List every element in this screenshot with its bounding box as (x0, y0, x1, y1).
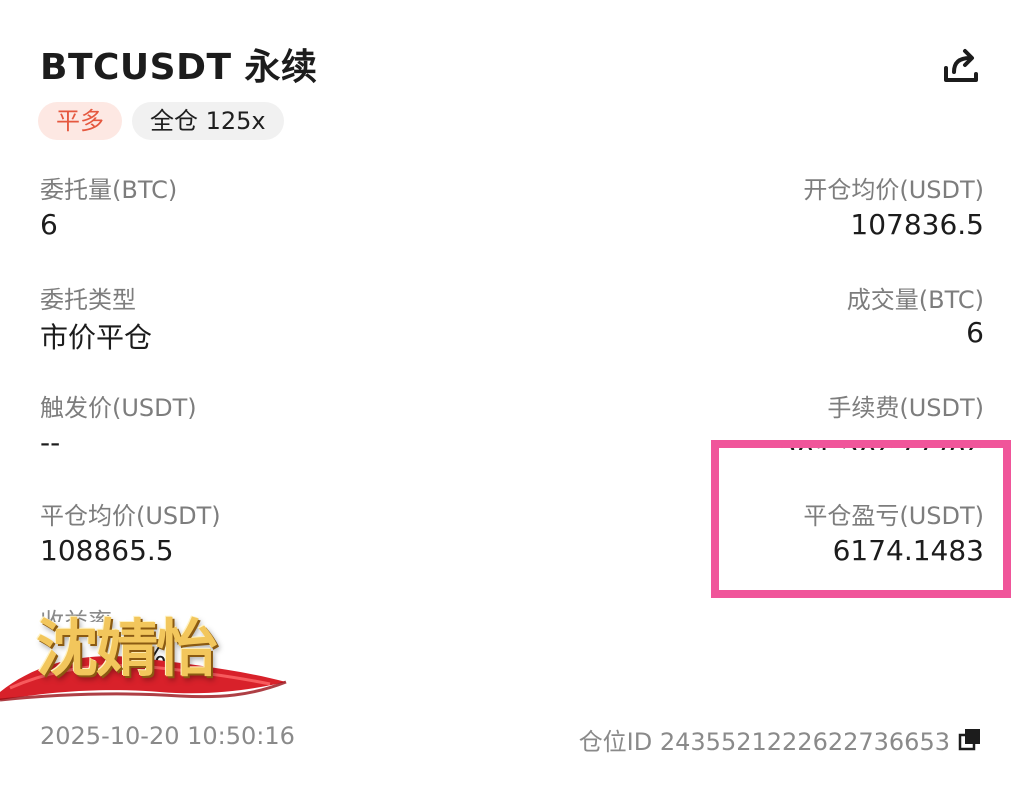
tag-row: 平多 全仓 125x (38, 102, 284, 140)
copy-icon (958, 729, 980, 751)
close-pnl-label: 平仓盈亏(USDT) (803, 502, 984, 530)
position-id: 仓位ID 2435521222622736653 (578, 728, 950, 756)
filled-qty-label: 成交量(BTC) (846, 286, 984, 314)
trigger-price-label: 触发价(USDT) (40, 394, 197, 422)
fee-value: 391.29677786 (779, 428, 984, 450)
order-type-label: 委托类型 (40, 286, 136, 314)
page-title: BTCUSDT 永续 (40, 47, 318, 88)
close-avg-price-value: 108865.5 (40, 534, 174, 567)
open-avg-price-label: 开仓均价(USDT) (803, 176, 984, 204)
share-button[interactable] (940, 44, 982, 86)
order-type-value: 市价平仓 (40, 321, 153, 354)
fee-label: 手续费(USDT) (827, 394, 984, 422)
close-avg-price-label: 平仓均价(USDT) (40, 502, 221, 530)
share-icon (944, 49, 978, 82)
close-pnl-value: 6174.1483 (832, 534, 984, 567)
order-qty-value: 6 (40, 208, 58, 241)
side-tag: 平多 (38, 102, 122, 140)
open-avg-price-value: 107836.5 (850, 208, 984, 241)
watermark-text: 沈婧怡 (36, 612, 218, 685)
margin-mode-tag: 全仓 125x (132, 102, 284, 140)
copy-button[interactable] (958, 727, 982, 751)
filled-qty-value: 6 (966, 316, 984, 349)
order-qty-label: 委托量(BTC) (40, 176, 178, 204)
timestamp: 2025-10-20 10:50:16 (40, 722, 295, 750)
trigger-price-value: -- (40, 426, 61, 459)
